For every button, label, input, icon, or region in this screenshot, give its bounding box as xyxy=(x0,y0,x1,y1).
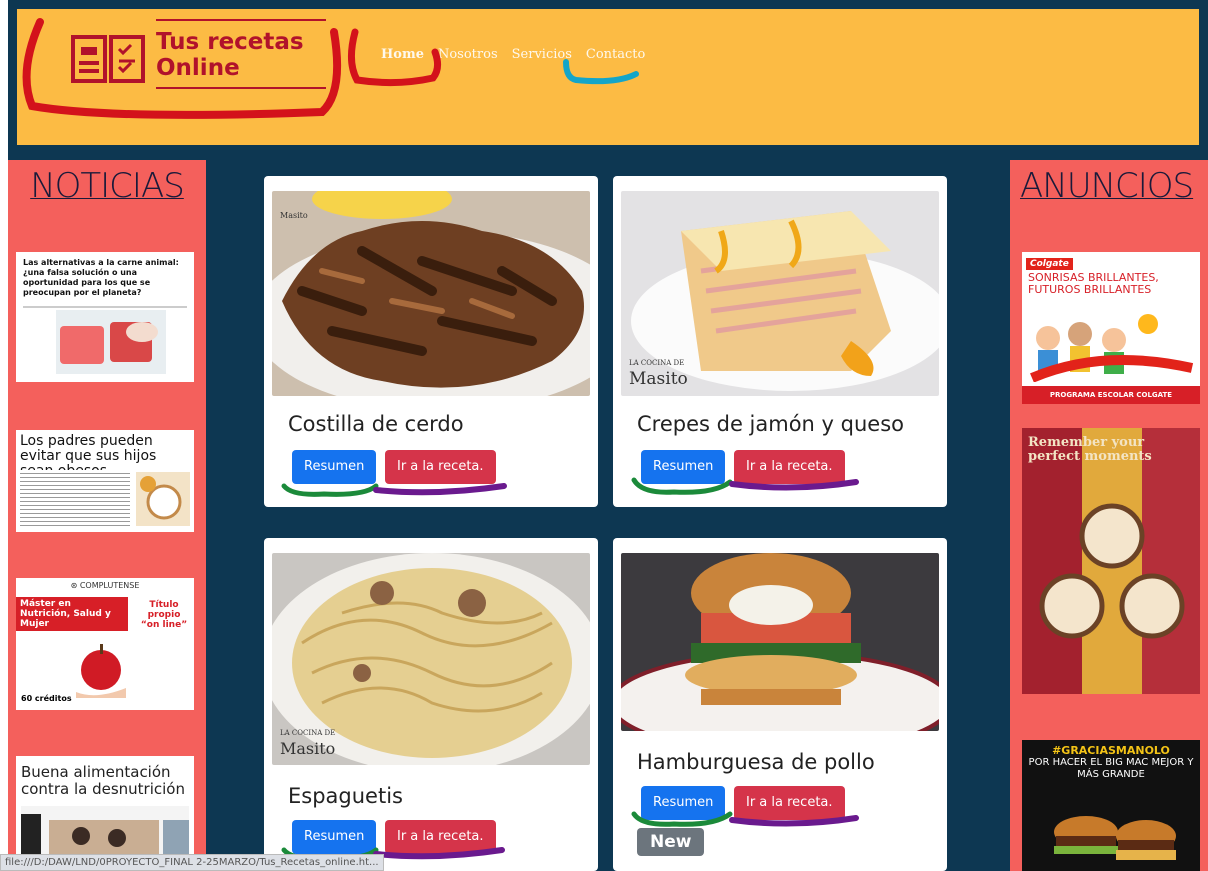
ad-colgate-footer: PROGRAMA ESCOLAR COLGATE xyxy=(1022,386,1200,404)
site-header: Tus recetas Online Home Nosotros Servici… xyxy=(17,9,1199,145)
watermark-big-3: Masito xyxy=(280,739,336,758)
summary-button-espaguetis[interactable]: Resumen xyxy=(292,820,377,854)
recipe-image-espaguetis[interactable]: LA COCINA DE Masito xyxy=(272,553,590,765)
summary-button-crepes[interactable]: Resumen xyxy=(641,450,726,484)
news-item-1-image xyxy=(56,310,166,374)
news-item-3-subtitle: Título propio “on line” xyxy=(140,600,188,630)
watermark-small-2: LA COCINA DE xyxy=(629,359,685,367)
logo-line-2: Online xyxy=(156,55,240,81)
recipe-link-button-crepes[interactable]: Ir a la receta. xyxy=(734,450,845,484)
ad-colgate-headline: SONRISAS BRILLANTES, FUTUROS BRILLANTES xyxy=(1028,271,1159,296)
news-title: NOTICIAS xyxy=(30,166,185,206)
ad-colgate-image xyxy=(1030,314,1194,382)
burger-ad-image xyxy=(1054,816,1176,860)
logo-rule-top xyxy=(156,19,326,21)
ad-bigmac-text: POR HACER EL BIG MAC MEJOR Y MÁS GRANDE xyxy=(1028,757,1194,780)
news-item-1-divider xyxy=(23,306,187,308)
recipe-card-hamburguesa: Hamburguesa de pollo Resumen Ir a la rec… xyxy=(613,538,947,871)
logo-rule-bottom xyxy=(156,87,326,89)
main-nav: Home Nosotros Servicios Contacto xyxy=(381,47,645,62)
nav-nosotros[interactable]: Nosotros xyxy=(438,47,498,62)
recipe-title-costilla: Costilla de cerdo xyxy=(288,412,464,436)
colgate-logo: Colgate xyxy=(1026,258,1073,270)
recipe-card-crepes: LA COCINA DE Masito Crepes de jamón y qu… xyxy=(613,176,947,507)
recipe-title-crepes: Crepes de jamón y queso xyxy=(637,412,904,436)
news-item-2-image xyxy=(136,472,190,526)
news-item-1[interactable]: Las alternativas a la carne animal: ¿una… xyxy=(16,252,194,382)
news-item-1-text: Las alternativas a la carne animal: ¿una… xyxy=(23,258,179,297)
ad-bigmac[interactable]: #GRACIASMANOLO POR HACER EL BIG MAC MEJO… xyxy=(1022,740,1200,871)
burger-photo xyxy=(621,553,939,731)
recipe-title-hamburguesa: Hamburguesa de pollo xyxy=(637,750,875,774)
logo-text: Tus recetas Online xyxy=(156,29,304,81)
summary-button-costilla[interactable]: Resumen xyxy=(292,450,377,484)
status-bar-url: file:///D:/DAW/LND/0PROYECTO_FINAL 2-25M… xyxy=(0,854,384,871)
ad-coffee-headline: Remember your perfect moments xyxy=(1028,435,1152,464)
news-sidebar: NOTICIAS Las alternativas a la carne ani… xyxy=(8,160,206,871)
watermark-big-2: Masito xyxy=(629,369,688,389)
recipe-card-costilla: Masito Costilla de cerdo Resumen Ir a la… xyxy=(264,176,598,507)
ad-colgate[interactable]: Colgate SONRISAS BRILLANTES, FUTUROS BRI… xyxy=(1022,252,1200,404)
summary-button-hamburguesa[interactable]: Resumen xyxy=(641,786,726,820)
logo[interactable]: Tus recetas Online xyxy=(31,13,341,119)
recipe-book-icon xyxy=(71,35,145,83)
ribs-photo xyxy=(272,191,590,396)
recipe-link-button-espaguetis[interactable]: Ir a la receta. xyxy=(385,820,496,854)
recipe-image-hamburguesa[interactable] xyxy=(621,553,939,731)
watermark-small-1: Masito xyxy=(280,211,308,220)
news-item-2[interactable]: Los padres pueden evitar que sus hijos s… xyxy=(16,430,194,532)
recipe-link-button-hamburguesa[interactable]: Ir a la receta. xyxy=(734,786,845,820)
nav-servicios[interactable]: Servicios xyxy=(512,47,572,62)
page: Tus recetas Online Home Nosotros Servici… xyxy=(8,0,1208,871)
ads-sidebar: ANUNCIOS Colgate SONRISAS BRILLANTES, FU… xyxy=(1010,160,1208,871)
nav-home[interactable]: Home xyxy=(381,47,424,62)
logo-line-1: Tus recetas xyxy=(156,29,304,55)
recipe-image-costilla[interactable]: Masito xyxy=(272,191,590,396)
recipe-title-espaguetis: Espaguetis xyxy=(288,784,403,808)
news-item-3[interactable]: ⊛ COMPLUTENSE Máster en Nutrición, Salud… xyxy=(16,578,194,710)
news-item-3-heading: Máster en Nutrición, Salud y Mujer xyxy=(16,597,128,631)
university-logo-icon: ⊛ COMPLUTENSE xyxy=(16,578,194,597)
ads-title: ANUNCIOS xyxy=(1020,166,1194,206)
recipe-card-espaguetis: LA COCINA DE Masito Espaguetis Resumen I… xyxy=(264,538,598,871)
new-badge: New xyxy=(637,828,705,856)
news-item-4-text: Buena alimentación contra la desnutrició… xyxy=(21,763,185,798)
recipe-image-crepes[interactable]: LA COCINA DE Masito xyxy=(621,191,939,396)
ad-bigmac-hashtag: #GRACIASMANOLO xyxy=(1052,744,1170,757)
news-item-3-credits: 60 créditos xyxy=(21,694,72,703)
coffee-cups-image xyxy=(1039,503,1185,639)
nav-contacto[interactable]: Contacto xyxy=(586,47,645,62)
recipe-link-button-costilla[interactable]: Ir a la receta. xyxy=(385,450,496,484)
apple-hand-image xyxy=(76,644,126,698)
news-item-2-columns xyxy=(20,470,130,526)
ad-coffee[interactable]: Remember your perfect moments xyxy=(1022,428,1200,694)
watermark-small-3: LA COCINA DE xyxy=(280,729,336,737)
